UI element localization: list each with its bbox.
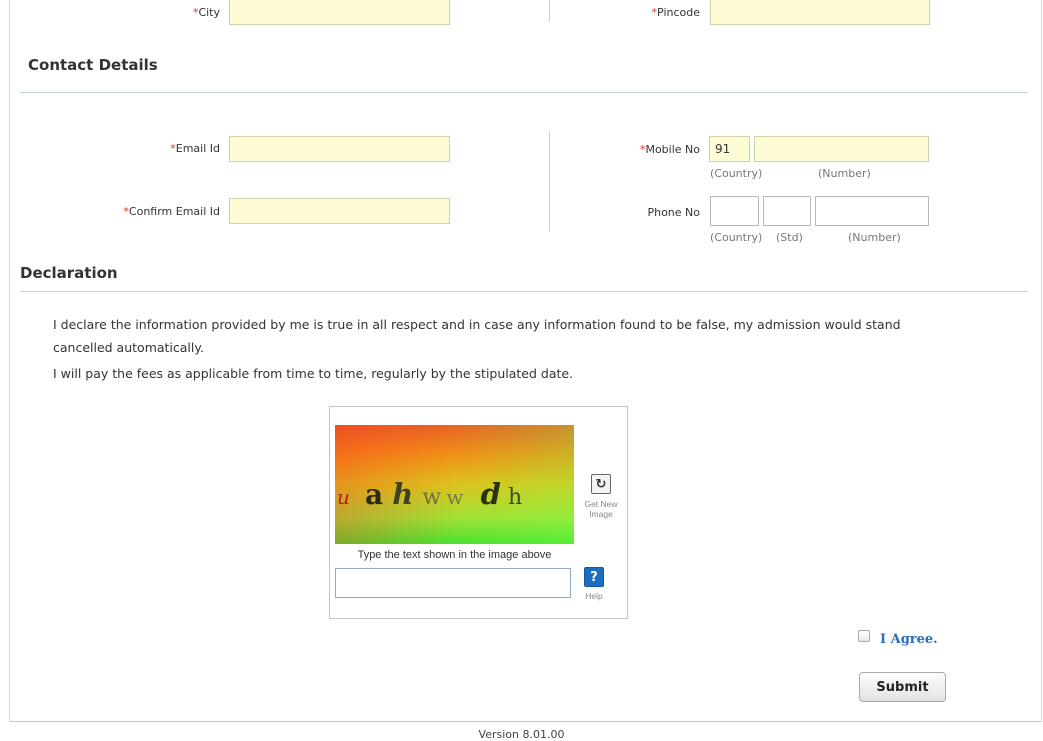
captcha-char: a: [364, 478, 384, 511]
captcha-char: w: [422, 485, 442, 510]
declaration-title: Declaration: [20, 264, 118, 282]
mobile-country-hint: (Country): [710, 167, 763, 180]
mobile-number-hint: (Number): [818, 167, 871, 180]
captcha-char: h: [392, 477, 414, 511]
help-label: Help: [585, 591, 603, 601]
mobile-country-input[interactable]: 91: [709, 136, 750, 162]
pincode-label: *Pincode: [651, 6, 700, 19]
version-text: Version 8.01.00: [478, 728, 565, 741]
captcha-widget: u a h w w d h ↻ Get New Image Type the t…: [329, 406, 628, 619]
column-divider-top: [549, 0, 550, 22]
column-divider: [549, 131, 550, 231]
mobile-label: *Mobile No: [639, 143, 700, 156]
captcha-image: u a h w w d h: [335, 425, 574, 544]
captcha-char: w: [446, 485, 464, 509]
submit-button[interactable]: Submit: [859, 672, 946, 702]
help-icon[interactable]: ?: [584, 567, 604, 587]
refresh-icon[interactable]: ↻: [591, 474, 611, 494]
contact-details-title: Contact Details: [28, 56, 158, 74]
agree-checkbox[interactable]: [858, 630, 870, 642]
phone-number-input[interactable]: [815, 196, 929, 226]
phone-std-hint: (Std): [776, 231, 803, 244]
declaration-line-3: I will pay the fees as applicable from t…: [53, 366, 574, 381]
phone-label: Phone No: [647, 206, 700, 219]
declaration-line-2: cancelled automatically.: [53, 340, 204, 355]
refresh-label: Get New Image: [584, 499, 618, 519]
pincode-input[interactable]: [710, 0, 930, 25]
captcha-input[interactable]: [335, 568, 571, 598]
city-label: *City: [192, 6, 220, 19]
agree-label[interactable]: I Agree.: [880, 632, 938, 647]
city-input[interactable]: [229, 0, 450, 25]
email-label: *Email Id: [170, 142, 220, 155]
captcha-char: h: [507, 485, 523, 510]
declaration-section-rule: [20, 291, 1028, 292]
captcha-instruction: Type the text shown in the image above: [357, 549, 552, 561]
captcha-char: d: [480, 477, 501, 511]
captcha-text: u a h w w d h: [335, 477, 574, 511]
captcha-char: u: [337, 485, 350, 509]
mobile-number-input[interactable]: [754, 136, 929, 162]
phone-country-input[interactable]: [710, 196, 759, 226]
confirm-email-label: *Confirm Email Id: [123, 205, 220, 218]
phone-country-hint: (Country): [710, 231, 763, 244]
declaration-line-1: I declare the information provided by me…: [53, 317, 901, 332]
phone-std-input[interactable]: [763, 196, 811, 226]
confirm-email-input[interactable]: [229, 198, 450, 224]
contact-section-rule: [20, 92, 1028, 93]
phone-number-hint: (Number): [848, 231, 901, 244]
email-input[interactable]: [229, 136, 450, 162]
